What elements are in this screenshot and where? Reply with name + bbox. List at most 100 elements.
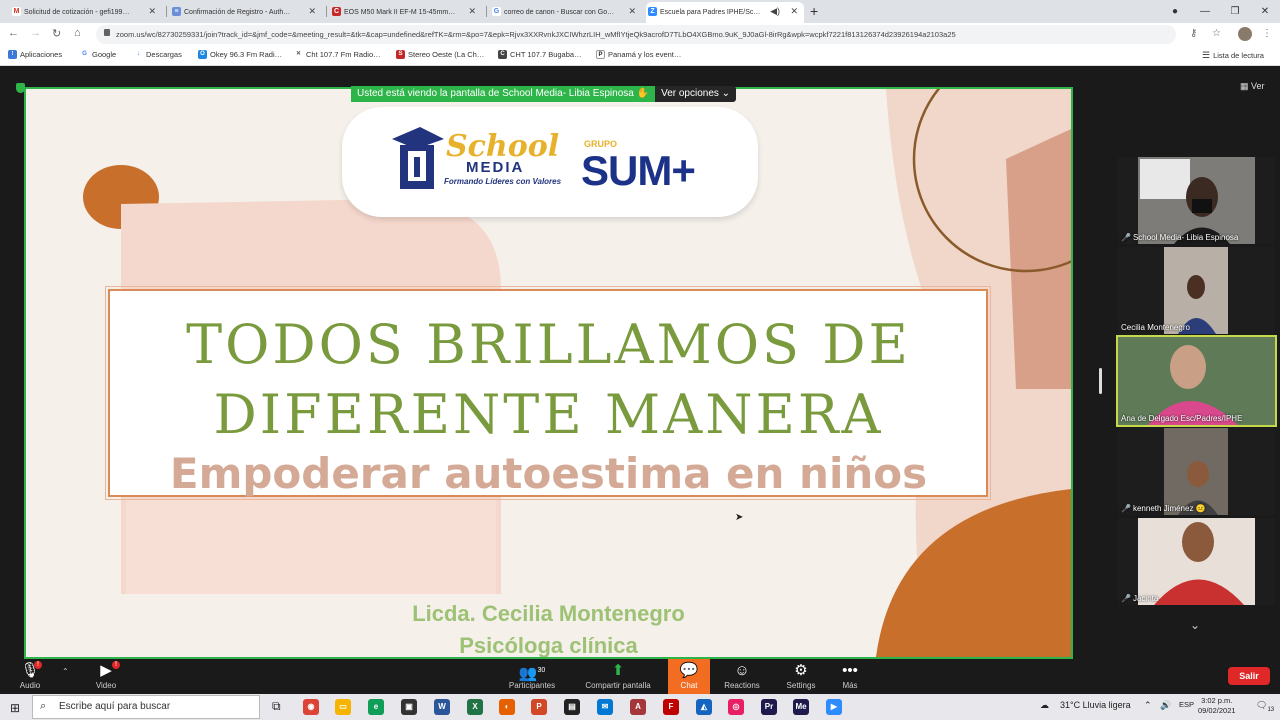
photos-icon[interactable]: ◎	[728, 699, 744, 715]
muted-mic-icon: 🎤	[1121, 504, 1131, 513]
notifications-icon[interactable]: 🗨13	[1256, 700, 1274, 713]
chevron-up-icon[interactable]: ⌃	[1144, 700, 1152, 711]
tab-confirmacion[interactable]: ≡ Confirmación de Registro - Auth… ✕	[170, 2, 322, 23]
bookmark-cht-bugaba[interactable]: C CHT 107.7 Bugaba…	[498, 50, 582, 59]
close-icon[interactable]: ✕	[790, 6, 798, 17]
clock[interactable]: 3:02 p.m. 09/02/2021	[1198, 696, 1236, 716]
star-icon[interactable]: ☆	[1212, 28, 1221, 39]
menu-dots-icon[interactable]: ⋮	[1262, 28, 1272, 39]
share-screen-button[interactable]: ⬆ Compartir pantalla	[580, 661, 656, 690]
edge-icon[interactable]: e	[368, 699, 384, 715]
share-screen-icon: ⬆	[611, 662, 625, 679]
smiley-icon: ☺	[734, 662, 750, 679]
back-icon[interactable]: ←	[8, 27, 19, 39]
reactions-button[interactable]: ☺ Reactions	[720, 661, 764, 690]
slide-title-line-1: TODOS BRILLAMOS DE	[186, 313, 911, 376]
bookmark-cht[interactable]: ✕ Cht 107.7 Fm Radio…	[294, 50, 381, 59]
premiere-icon[interactable]: Pr	[761, 699, 777, 715]
audio-button[interactable]: 🎙 Audio !	[16, 661, 44, 690]
participant-name-label: Cecilia Montenegro	[1121, 323, 1190, 332]
volume-icon[interactable]: 🔊	[1160, 700, 1171, 711]
panel-resize-handle[interactable]	[1099, 368, 1102, 394]
speaker-icon[interactable]: ◀)	[770, 6, 780, 17]
participant-tile-active-speaker[interactable]: Ana de Delgado Esc/Padres/IPHE	[1116, 335, 1277, 427]
windows-start-icon[interactable]: ⊞	[10, 701, 20, 715]
bookmark-okey[interactable]: O Okey 96.3 Fm Radi…	[198, 50, 282, 59]
view-button-label: Ver	[1251, 81, 1265, 91]
task-view-icon[interactable]: ⧉	[272, 699, 281, 714]
more-button[interactable]: ••• Más	[836, 661, 864, 690]
radio-icon: O	[198, 50, 207, 59]
close-icon[interactable]: ✕	[628, 6, 636, 17]
restore-icon[interactable]: ❐	[1220, 0, 1250, 23]
tab-google-search[interactable]: G correo de canon - Buscar con Go… ✕	[490, 2, 642, 23]
powerpoint-icon[interactable]: P	[531, 699, 547, 715]
address-bar-row: ← → ↻ ⌂ zoom.us/wc/82730259331/join?trac…	[0, 23, 1280, 46]
mail-icon[interactable]: ✉	[597, 699, 613, 715]
participant-tile[interactable]: 🎤 Jacinta	[1118, 518, 1275, 605]
tab-gmail[interactable]: M Solicitud de cotización - gefi199… ✕	[10, 2, 162, 23]
weather-icon[interactable]: ☁	[1040, 700, 1049, 711]
muted-mic-icon: 🎤	[1121, 594, 1131, 603]
reading-list[interactable]: ☰ Lista de lectura	[1202, 50, 1264, 61]
weather-text[interactable]: 31°C Lluvia ligera	[1060, 700, 1131, 710]
leave-button[interactable]: Salir	[1228, 667, 1270, 685]
tab-canon[interactable]: C EOS M50 Mark II EF-M 15-45mm… ✕	[330, 2, 482, 23]
participant-name-label: Ana de Delgado Esc/Padres/IPHE	[1121, 414, 1243, 423]
lock-icon[interactable]	[104, 29, 110, 36]
taskbar-search-input[interactable]: Escribe aquí para buscar	[32, 695, 260, 719]
share-banner: Usted está viendo la pantalla de School …	[351, 86, 737, 102]
presenter-role: Psicóloga clínica	[459, 633, 638, 658]
bookmark-google[interactable]: G Google	[80, 50, 116, 59]
media-encoder-icon[interactable]: Me	[793, 699, 809, 715]
school-media-logo-icon	[392, 127, 444, 189]
radio-tower-icon: ✕	[294, 50, 303, 59]
chevron-down-icon[interactable]: ⌄	[1190, 618, 1200, 632]
settings-label: Settings	[786, 681, 816, 690]
upload-icon[interactable]: ◭	[696, 699, 712, 715]
gmail-icon: M	[12, 7, 21, 16]
tab-zoom-active[interactable]: Z Escuela para Padres IPHE/Sc… ◀) ✕	[646, 2, 804, 23]
participant-tile[interactable]: 🎤 kenneth Jiménez 😐	[1118, 428, 1275, 515]
chrome-icon[interactable]: ◉	[303, 699, 319, 715]
close-window-icon[interactable]: ✕	[1250, 0, 1280, 23]
close-icon[interactable]: ✕	[468, 6, 476, 17]
view-options-button[interactable]: Ver opciones ⌄	[655, 86, 737, 102]
bookmark-descargas[interactable]: ↓ Descargas	[134, 50, 182, 59]
chat-label: Chat	[680, 681, 698, 690]
zoom-icon[interactable]: ▶	[826, 699, 842, 715]
excel-icon[interactable]: X	[467, 699, 483, 715]
participant-tile[interactable]: 🎤 School Media- Libia Espinosa	[1118, 157, 1275, 244]
word-icon[interactable]: W	[434, 699, 450, 715]
participant-tile[interactable]: Cecilia Montenegro	[1118, 247, 1275, 334]
url-field[interactable]: zoom.us/wc/82730259331/join?track_id=&jm…	[96, 25, 1176, 44]
filezilla-icon[interactable]: F	[663, 699, 679, 715]
share-banner-text: Usted está viendo la pantalla de School …	[351, 86, 656, 102]
reload-icon[interactable]: ↻	[52, 27, 61, 40]
video-button[interactable]: ▶ Video !	[92, 661, 120, 690]
participants-button[interactable]: 👥30 Participantes	[504, 661, 560, 690]
home-icon[interactable]: ⌂	[74, 27, 81, 39]
chat-button[interactable]: 💬 Chat	[668, 659, 710, 694]
avatar[interactable]	[1238, 27, 1252, 41]
settings-button[interactable]: ⚙ Settings	[784, 661, 818, 690]
forward-icon[interactable]: →	[30, 27, 41, 39]
store-icon[interactable]: ▣	[401, 699, 417, 715]
bookmark-aplicaciones[interactable]: ⁝ Aplicaciones	[8, 50, 62, 59]
language-indicator[interactable]: ESP	[1179, 700, 1194, 709]
firefox-icon[interactable]: ◐	[499, 699, 515, 715]
close-icon[interactable]: ✕	[308, 6, 316, 17]
access-icon[interactable]: A	[630, 699, 646, 715]
file-explorer-icon[interactable]: ▭	[335, 699, 351, 715]
close-icon[interactable]: ✕	[148, 6, 156, 17]
minimize-icon[interactable]: —	[1190, 0, 1220, 23]
bookmark-stereo-oeste[interactable]: S Stereo Oeste (La Ch…	[396, 50, 484, 59]
bookmark-label: Panamá y los event…	[608, 50, 682, 59]
chevron-up-icon[interactable]: ⌃	[62, 667, 69, 676]
key-icon[interactable]: ⚷	[1190, 28, 1197, 39]
tab-search-icon[interactable]: ●	[1160, 0, 1190, 23]
bookmark-panama[interactable]: P Panamá y los event…	[596, 50, 681, 59]
view-button[interactable]: ▦ Ver	[1240, 81, 1265, 92]
new-tab-button[interactable]: +	[810, 3, 818, 19]
media-icon[interactable]: ▤	[564, 699, 580, 715]
